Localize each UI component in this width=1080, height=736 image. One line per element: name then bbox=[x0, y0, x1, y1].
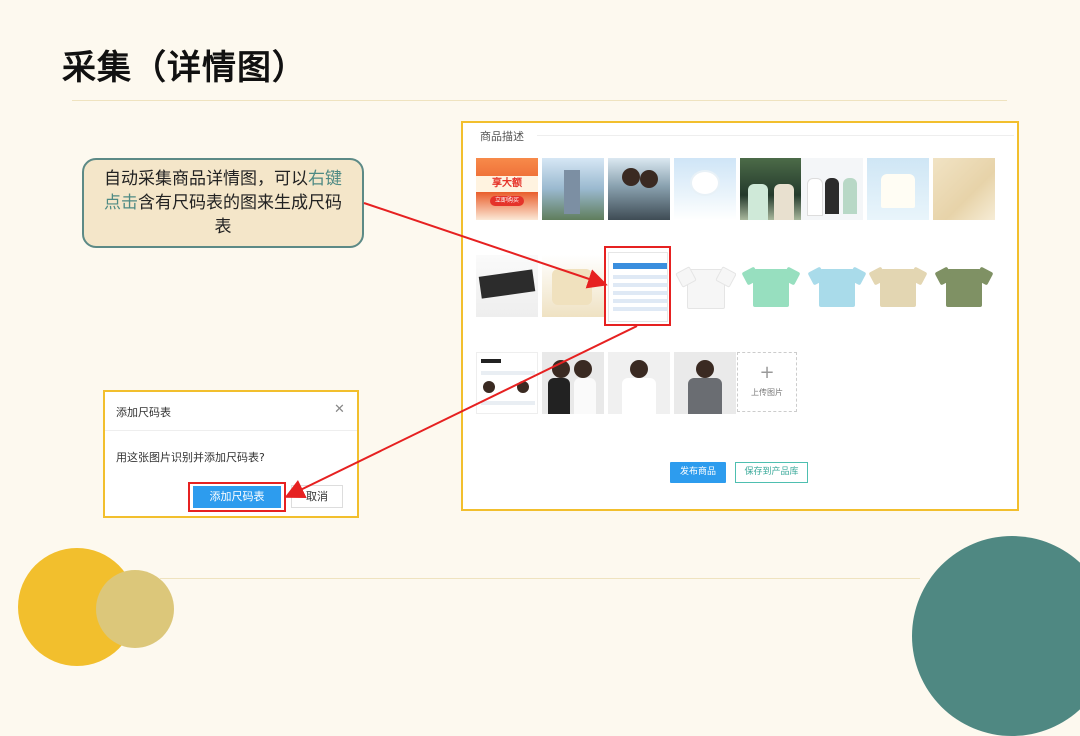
thumb-khaki-tshirt[interactable] bbox=[867, 255, 929, 317]
thumb-building-photo[interactable] bbox=[542, 158, 604, 220]
thumb-cream-tshirt-photo[interactable] bbox=[542, 255, 604, 317]
cotton-shape bbox=[692, 172, 718, 194]
close-icon[interactable]: ✕ bbox=[334, 402, 345, 417]
promo-banner-button: 立即购买 bbox=[490, 196, 524, 206]
upload-label: 上传图片 bbox=[751, 388, 783, 397]
fabric-shape bbox=[478, 269, 536, 299]
callout-text-2: 含有尺码表的图来生成尺码表 bbox=[138, 193, 342, 237]
footer-divider bbox=[160, 578, 920, 579]
plus-icon: + bbox=[759, 362, 775, 383]
thumb-couple-scooter-photo[interactable] bbox=[608, 158, 670, 220]
thumb-models-lineup-photo[interactable] bbox=[801, 158, 863, 220]
thumb-black-fabric-photo[interactable] bbox=[476, 255, 538, 317]
promo-banner-text: 享大额 bbox=[476, 176, 538, 192]
detail-line bbox=[481, 371, 535, 375]
section-label: 商品描述 bbox=[480, 130, 524, 143]
save-to-library-button[interactable]: 保存到产品库 bbox=[735, 462, 808, 483]
thumb-lightblue-tshirt[interactable] bbox=[806, 255, 868, 317]
tshirt-shape bbox=[881, 174, 915, 208]
cancel-button[interactable]: 取消 bbox=[291, 485, 343, 508]
person-head bbox=[630, 360, 648, 378]
person-torso bbox=[774, 184, 794, 220]
person-head bbox=[696, 360, 714, 378]
decor-circle-khaki bbox=[96, 570, 174, 648]
detail-logo bbox=[481, 359, 501, 363]
thumb-couple-pool-photo[interactable] bbox=[740, 158, 802, 220]
person-torso bbox=[843, 178, 857, 214]
detail-line bbox=[481, 401, 535, 405]
person-head bbox=[517, 381, 529, 393]
thumb-tshirt-sky-photo[interactable] bbox=[867, 158, 929, 220]
thumb-white-tee-model-photo[interactable] bbox=[608, 352, 670, 414]
person-head bbox=[640, 170, 658, 188]
thumb-promo-banner[interactable]: 享大额 立即购买 bbox=[476, 158, 538, 220]
person-head bbox=[574, 360, 592, 378]
size-chart-highlight-frame bbox=[604, 246, 671, 326]
title-divider bbox=[72, 100, 1007, 101]
person-head bbox=[483, 381, 495, 393]
thumb-fabric-closeup-photo[interactable] bbox=[933, 158, 995, 220]
slide-title: 采集（详情图） bbox=[62, 48, 307, 88]
dialog-message: 用这张图片识别并添加尺码表? bbox=[116, 451, 265, 464]
thumb-couple-model-photo[interactable] bbox=[542, 352, 604, 414]
person-torso bbox=[825, 178, 839, 214]
thumb-mint-tshirt[interactable] bbox=[740, 255, 802, 317]
building-shape bbox=[564, 170, 580, 214]
upload-image-button[interactable]: + 上传图片 bbox=[737, 352, 797, 412]
thumb-cotton-photo[interactable] bbox=[674, 158, 736, 220]
confirm-add-size-chart-button[interactable]: 添加尺码表 bbox=[193, 486, 281, 508]
thumb-olive-tshirt[interactable] bbox=[933, 255, 995, 317]
person-torso bbox=[807, 178, 823, 216]
person-torso bbox=[688, 378, 722, 414]
callout-text-1: 自动采集商品详情图，可以 bbox=[104, 169, 308, 189]
section-divider bbox=[537, 135, 1014, 136]
thumb-detail-info-image[interactable] bbox=[476, 352, 538, 414]
thumb-grey-polo-model-photo[interactable] bbox=[674, 352, 736, 414]
tshirt-shape bbox=[552, 269, 592, 305]
dialog-title: 添加尺码表 bbox=[116, 406, 171, 419]
person-torso bbox=[548, 378, 570, 414]
person-torso bbox=[748, 184, 768, 220]
dialog-divider bbox=[105, 430, 357, 431]
callout-box: 自动采集商品详情图，可以右键点击含有尺码表的图来生成尺码表 bbox=[82, 158, 364, 248]
person-torso bbox=[622, 378, 656, 414]
person-head bbox=[622, 168, 640, 186]
person-torso bbox=[574, 378, 596, 414]
decor-circle-teal bbox=[912, 536, 1080, 736]
person-head bbox=[552, 360, 570, 378]
thumb-white-tshirt[interactable] bbox=[674, 255, 736, 317]
publish-product-button[interactable]: 发布商品 bbox=[670, 462, 726, 483]
